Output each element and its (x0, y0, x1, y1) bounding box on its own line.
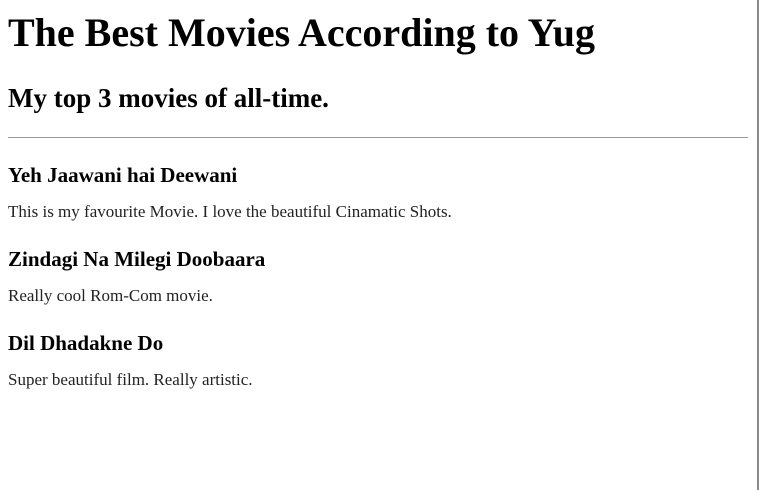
movie-title: Dil Dhadakne Do (8, 331, 164, 355)
page-title: The Best Movies According to Yug (8, 10, 596, 55)
page-subtitle: My top 3 movies of all-time. (8, 83, 329, 113)
movie-title: Yeh Jaawani hai Deewani (0, 158, 749, 190)
movie-description: This is my favourite Movie. I love the b… (8, 202, 452, 221)
movie-title: Zindagi Na Milegi Doobaara (8, 247, 266, 271)
divider (8, 137, 748, 138)
movie-description: Super beautiful film. Really artistic. (8, 370, 253, 389)
page-content: The Best Movies According to Yug My top … (0, 0, 757, 490)
movie-description: Really cool Rom-Com movie. (8, 286, 213, 305)
movie-list: Yeh Jaawani hai Deewani This is my favou… (0, 158, 749, 390)
